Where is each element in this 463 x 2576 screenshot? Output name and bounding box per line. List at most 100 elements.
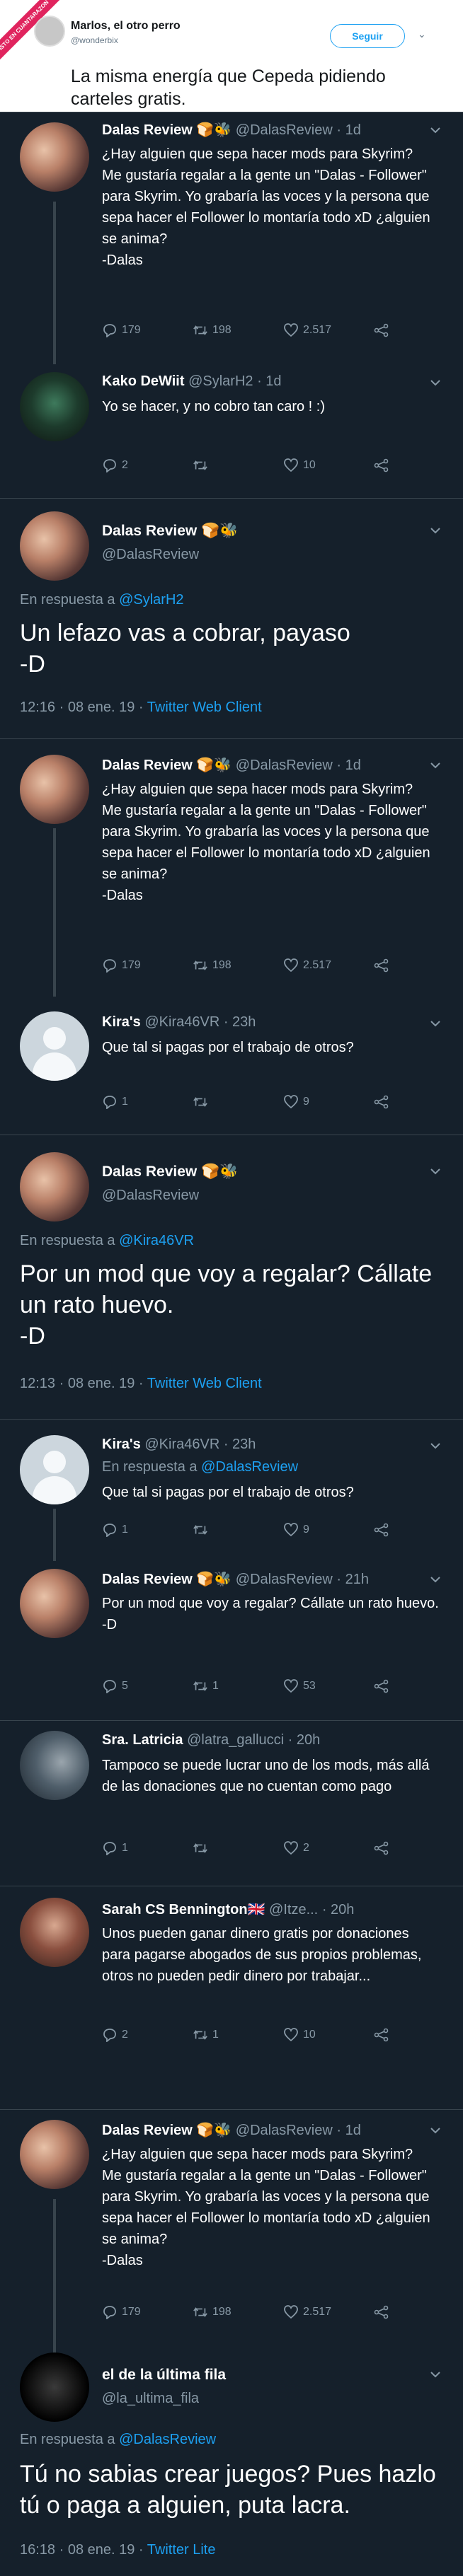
author-name[interactable]: Sarah CS Bennington🇬🇧: [102, 1902, 265, 1918]
author-name[interactable]: Kako DeWiit: [102, 373, 185, 389]
tweet-focused-ultima-fila[interactable]: el de la última fila @la_ultima_fila En …: [0, 2352, 463, 2576]
avatar[interactable]: [20, 122, 89, 192]
client-link[interactable]: Twitter Web Client: [147, 700, 262, 715]
reply-action[interactable]: 179: [102, 323, 141, 337]
tweet-dalas-original-3[interactable]: Dalas Review 🍞🐝 @DalasReview · 1d ¿Hay a…: [0, 2109, 463, 2353]
avatar[interactable]: [20, 1011, 89, 1081]
share-action[interactable]: [374, 2028, 389, 2042]
tweet-kako[interactable]: Kako DeWiit @SylarH2 · 1d Yo se hacer, y…: [0, 364, 463, 498]
like-action[interactable]: 2.517: [283, 2305, 331, 2319]
like-action[interactable]: 2.517: [283, 323, 331, 337]
tweet-kira-1[interactable]: Kira's @Kira46VR · 23h Que tal si pagas …: [0, 996, 463, 1135]
tweet-time[interactable]: · 23h: [224, 1437, 256, 1452]
author-handle[interactable]: @DalasReview: [236, 2123, 333, 2138]
retweet-action[interactable]: 198: [193, 323, 232, 337]
like-action[interactable]: 2.517: [283, 958, 331, 973]
mention-link[interactable]: @DalasReview: [119, 2432, 216, 2447]
avatar[interactable]: [20, 2120, 89, 2189]
like-action[interactable]: 9: [283, 1095, 309, 1109]
tweet-time[interactable]: · 1d: [336, 2123, 360, 2138]
reply-action[interactable]: 179: [102, 958, 141, 973]
avatar[interactable]: [20, 1569, 89, 1638]
retweet-action[interactable]: 198: [193, 2305, 232, 2319]
author-handle[interactable]: @DalasReview: [102, 547, 199, 563]
reply-action[interactable]: 1: [102, 1095, 128, 1109]
author-handle[interactable]: @latra_gallucci: [187, 1732, 284, 1748]
chevron-down-icon[interactable]: [429, 2368, 442, 2381]
share-action[interactable]: [374, 2305, 389, 2319]
author-name[interactable]: Dalas Review: [102, 122, 193, 138]
tweet-sarah[interactable]: Sarah CS Bennington🇬🇧 @Itze... · 20h Uno…: [0, 1886, 463, 2109]
reply-action[interactable]: 179: [102, 2305, 141, 2319]
share-action[interactable]: [374, 323, 389, 337]
chevron-down-icon[interactable]: [429, 1017, 442, 1030]
avatar[interactable]: [20, 1152, 89, 1222]
author-handle[interactable]: @Itze...: [269, 1902, 318, 1918]
author-handle[interactable]: @DalasReview: [236, 1572, 333, 1587]
author-name[interactable]: Dalas Review: [102, 523, 197, 539]
author-handle[interactable]: @wonderbix: [71, 35, 118, 45]
like-action[interactable]: 10: [283, 458, 316, 472]
chevron-down-icon[interactable]: [429, 124, 442, 137]
avatar[interactable]: [20, 1435, 89, 1504]
chevron-down-icon[interactable]: [429, 1165, 442, 1178]
client-link[interactable]: Twitter Lite: [147, 2542, 216, 2558]
reply-action[interactable]: 2: [102, 2028, 128, 2042]
share-action[interactable]: [374, 1523, 389, 1537]
like-action[interactable]: 10: [283, 2028, 316, 2042]
retweet-action[interactable]: [193, 1523, 212, 1537]
retweet-action[interactable]: [193, 458, 212, 472]
retweet-action[interactable]: [193, 1841, 212, 1855]
author-name[interactable]: Marlos, el otro perro: [71, 20, 181, 33]
author-name[interactable]: Sra. Latricia: [102, 1732, 183, 1748]
reply-action[interactable]: 5: [102, 1679, 128, 1693]
author-name[interactable]: Kira's: [102, 1014, 141, 1030]
like-action[interactable]: 2: [283, 1841, 309, 1855]
tweet-dalas-original-1[interactable]: Dalas Review 🍞🐝 @DalasReview · 1d ¿Hay a…: [0, 112, 463, 364]
reply-action[interactable]: 1: [102, 1841, 128, 1855]
tweet-focused-dalas-1[interactable]: Dalas Review 🍞🐝 @DalasReview En respuest…: [0, 498, 463, 738]
author-name[interactable]: Dalas Review: [102, 1572, 193, 1587]
author-handle[interactable]: @SylarH2: [188, 373, 253, 389]
avatar[interactable]: [20, 372, 89, 441]
chevron-down-icon[interactable]: [429, 759, 442, 772]
tweet-time[interactable]: · 20h: [288, 1732, 321, 1748]
share-action[interactable]: [374, 1679, 389, 1693]
tweet-focused-dalas-2[interactable]: Dalas Review 🍞🐝 @DalasReview En respuest…: [0, 1135, 463, 1419]
avatar[interactable]: [34, 16, 65, 47]
tweet-dalas-reply[interactable]: Dalas Review 🍞🐝 @DalasReview · 21h Por u…: [0, 1560, 463, 1720]
tweet-time[interactable]: · 23h: [224, 1014, 256, 1030]
tweet-dalas-original-2[interactable]: Dalas Review 🍞🐝 @DalasReview · 1d ¿Hay a…: [0, 738, 463, 997]
tweet-latricia[interactable]: Sra. Latricia @latra_gallucci · 20h Tamp…: [0, 1720, 463, 1886]
author-name[interactable]: Dalas Review: [102, 2123, 193, 2138]
chevron-down-icon[interactable]: [429, 2124, 442, 2137]
mention-link[interactable]: @SylarH2: [119, 592, 183, 608]
author-handle[interactable]: @Kira46VR: [144, 1014, 219, 1030]
author-name[interactable]: el de la última fila: [102, 2367, 226, 2384]
follow-button[interactable]: Seguir: [330, 24, 405, 48]
avatar[interactable]: [20, 755, 89, 824]
like-action[interactable]: 9: [283, 1523, 309, 1537]
reply-action[interactable]: 1: [102, 1523, 128, 1537]
timestamp[interactable]: 16:18 · 08 ene. 19 ·: [20, 2542, 147, 2558]
retweet-action[interactable]: [193, 1095, 212, 1109]
mention-link[interactable]: @Kira46VR: [119, 1233, 194, 1248]
tweet-time[interactable]: · 1d: [336, 122, 360, 138]
tweet-kira-2[interactable]: Kira's @Kira46VR · 23h En respuesta a @D…: [0, 1419, 463, 1561]
retweet-action[interactable]: 198: [193, 958, 232, 973]
tweet-time[interactable]: · 20h: [322, 1902, 355, 1918]
author-name[interactable]: Kira's: [102, 1437, 141, 1452]
avatar[interactable]: [20, 511, 89, 581]
tweet-time[interactable]: · 21h: [336, 1572, 369, 1587]
author-handle[interactable]: @DalasReview: [236, 758, 333, 773]
reply-action[interactable]: 2: [102, 458, 128, 472]
timestamp[interactable]: 12:16 · 08 ene. 19 ·: [20, 700, 147, 715]
author-handle[interactable]: @Kira46VR: [144, 1437, 219, 1452]
avatar[interactable]: [20, 1731, 89, 1800]
chevron-down-icon[interactable]: ⌄: [418, 28, 426, 40]
author-handle[interactable]: @la_ultima_fila: [102, 2391, 199, 2407]
avatar[interactable]: [20, 2352, 89, 2422]
author-name[interactable]: Dalas Review: [102, 758, 193, 773]
retweet-action[interactable]: 1: [193, 2028, 219, 2042]
author-handle[interactable]: @DalasReview: [102, 1188, 199, 1204]
